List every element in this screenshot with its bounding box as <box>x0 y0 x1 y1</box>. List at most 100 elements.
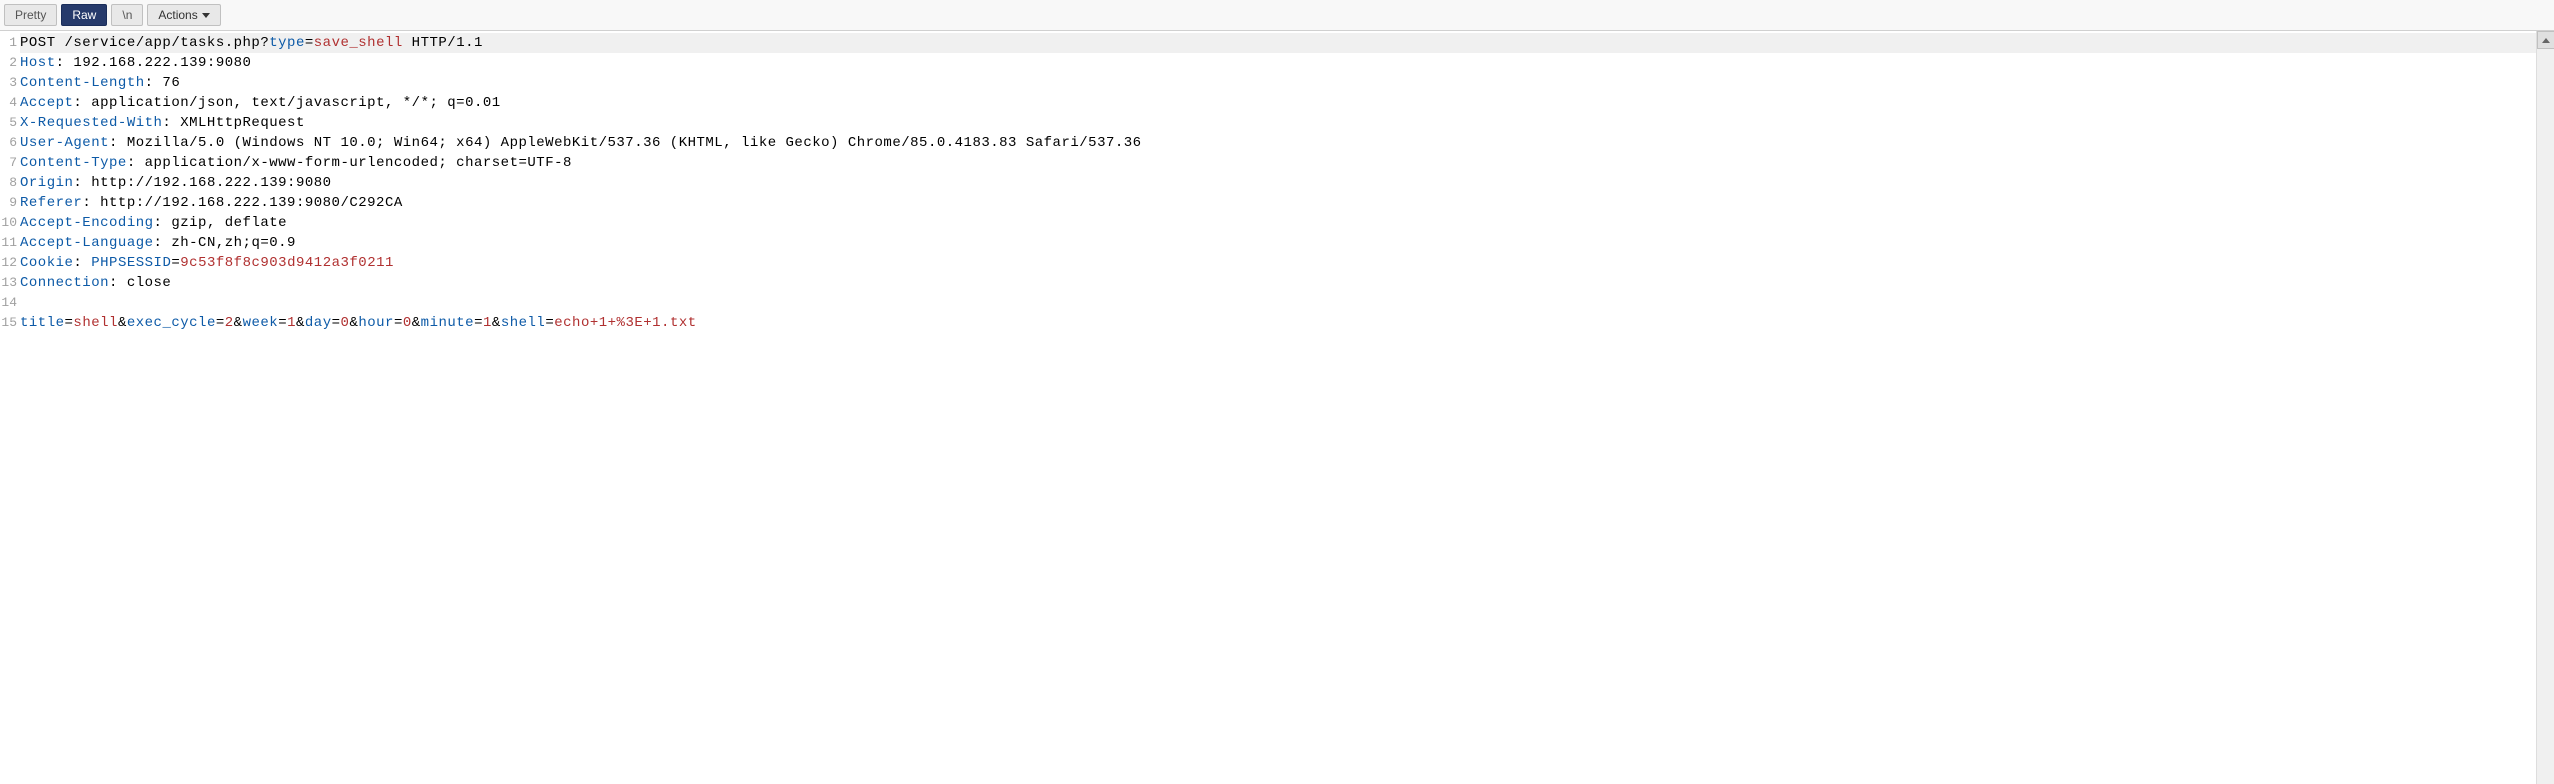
code-token: Accept <box>20 95 73 111</box>
line-number: 10 <box>0 213 17 233</box>
code-token: Accept-Language <box>20 235 154 251</box>
code-token: : close <box>109 275 171 291</box>
code-token: & <box>492 315 501 331</box>
code-token: 0 <box>403 315 412 331</box>
code-token: : zh-CN,zh;q=0.9 <box>154 235 296 251</box>
code-line[interactable]: POST /service/app/tasks.php?type=save_sh… <box>20 33 2554 53</box>
code-token: & <box>412 315 421 331</box>
editor-container: 123456789101112131415 POST /service/app/… <box>0 31 2554 784</box>
actions-label: Actions <box>158 8 197 22</box>
code-token: X-Requested-With <box>20 115 162 131</box>
code-token: = <box>545 315 554 331</box>
code-token: = <box>305 35 314 51</box>
line-number: 14 <box>0 293 17 313</box>
line-number: 4 <box>0 93 17 113</box>
tab-raw[interactable]: Raw <box>61 4 107 26</box>
code-token: minute <box>421 315 474 331</box>
code-token: = <box>278 315 287 331</box>
line-number: 6 <box>0 133 17 153</box>
code-token: : application/json, text/javascript, */*… <box>73 95 500 111</box>
line-number: 12 <box>0 253 17 273</box>
code-token: Host <box>20 55 56 71</box>
code-line[interactable]: Cookie: PHPSESSID=9c53f8f8c903d9412a3f02… <box>20 253 2554 273</box>
code-line[interactable]: title=shell&exec_cycle=2&week=1&day=0&ho… <box>20 313 2554 333</box>
line-number: 8 <box>0 173 17 193</box>
code-token: = <box>474 315 483 331</box>
toolbar: Pretty Raw \n Actions <box>0 0 2554 31</box>
code-area[interactable]: POST /service/app/tasks.php?type=save_sh… <box>20 31 2554 784</box>
line-number: 3 <box>0 73 17 93</box>
line-number: 2 <box>0 53 17 73</box>
code-token: Content-Length <box>20 75 145 91</box>
code-token: shell <box>501 315 546 331</box>
code-line[interactable]: Origin: http://192.168.222.139:9080 <box>20 173 2554 193</box>
code-token: 1 <box>483 315 492 331</box>
line-number: 5 <box>0 113 17 133</box>
code-token: : Mozilla/5.0 (Windows NT 10.0; Win64; x… <box>109 135 1142 151</box>
code-line[interactable]: Content-Type: application/x-www-form-url… <box>20 153 2554 173</box>
code-token: PHPSESSID <box>91 255 171 271</box>
line-number: 7 <box>0 153 17 173</box>
code-token: week <box>243 315 279 331</box>
code-token: : <box>73 255 91 271</box>
code-token: = <box>216 315 225 331</box>
code-token: & <box>118 315 127 331</box>
code-token: : gzip, deflate <box>154 215 288 231</box>
line-number: 1 <box>0 33 17 53</box>
code-token: & <box>349 315 358 331</box>
code-line[interactable] <box>20 293 2554 313</box>
actions-button[interactable]: Actions <box>147 4 220 26</box>
code-token: : 192.168.222.139:9080 <box>56 55 252 71</box>
chevron-down-icon <box>202 13 210 18</box>
code-line[interactable]: User-Agent: Mozilla/5.0 (Windows NT 10.0… <box>20 133 2554 153</box>
code-token: = <box>394 315 403 331</box>
code-token: type <box>269 35 305 51</box>
code-token: Connection <box>20 275 109 291</box>
code-token: Cookie <box>20 255 73 271</box>
line-number: 15 <box>0 313 17 333</box>
code-token: shell <box>73 315 118 331</box>
scroll-up-arrow[interactable] <box>2537 31 2554 49</box>
code-token: : http://192.168.222.139:9080 <box>73 175 331 191</box>
code-token: POST /service/app/tasks.php? <box>20 35 269 51</box>
code-token: day <box>305 315 332 331</box>
code-token: : XMLHttpRequest <box>162 115 304 131</box>
code-token: hour <box>358 315 394 331</box>
tab-newline[interactable]: \n <box>111 4 143 26</box>
tab-pretty[interactable]: Pretty <box>4 4 57 26</box>
code-line[interactable]: X-Requested-With: XMLHttpRequest <box>20 113 2554 133</box>
code-line[interactable]: Accept-Encoding: gzip, deflate <box>20 213 2554 233</box>
code-line[interactable]: Referer: http://192.168.222.139:9080/C29… <box>20 193 2554 213</box>
code-line[interactable]: Accept-Language: zh-CN,zh;q=0.9 <box>20 233 2554 253</box>
code-token: save_shell <box>314 35 403 51</box>
code-token: title <box>20 315 65 331</box>
code-line[interactable]: Connection: close <box>20 273 2554 293</box>
arrow-up-icon <box>2542 38 2550 43</box>
code-token: echo+1+%3E+1.txt <box>554 315 696 331</box>
code-token: & <box>234 315 243 331</box>
code-token: Referer <box>20 195 82 211</box>
code-token: : http://192.168.222.139:9080/C292CA <box>82 195 402 211</box>
line-number: 13 <box>0 273 17 293</box>
code-token: 9c53f8f8c903d9412a3f0211 <box>180 255 394 271</box>
code-token: : application/x-www-form-urlencoded; cha… <box>127 155 572 171</box>
code-token: User-Agent <box>20 135 109 151</box>
code-line[interactable]: Host: 192.168.222.139:9080 <box>20 53 2554 73</box>
code-token: : 76 <box>145 75 181 91</box>
code-token: Origin <box>20 175 73 191</box>
code-token: HTTP/1.1 <box>403 35 483 51</box>
code-line[interactable]: Accept: application/json, text/javascrip… <box>20 93 2554 113</box>
code-token: = <box>332 315 341 331</box>
code-line[interactable]: Content-Length: 76 <box>20 73 2554 93</box>
code-token: 2 <box>225 315 234 331</box>
line-number: 9 <box>0 193 17 213</box>
code-token: exec_cycle <box>127 315 216 331</box>
editor-wrapper: 123456789101112131415 POST /service/app/… <box>0 31 2554 784</box>
code-token: Accept-Encoding <box>20 215 154 231</box>
line-number: 11 <box>0 233 17 253</box>
code-token: = <box>171 255 180 271</box>
code-token: & <box>296 315 305 331</box>
code-token: Content-Type <box>20 155 127 171</box>
vertical-scrollbar[interactable] <box>2536 31 2554 784</box>
line-number-gutter: 123456789101112131415 <box>0 31 20 784</box>
